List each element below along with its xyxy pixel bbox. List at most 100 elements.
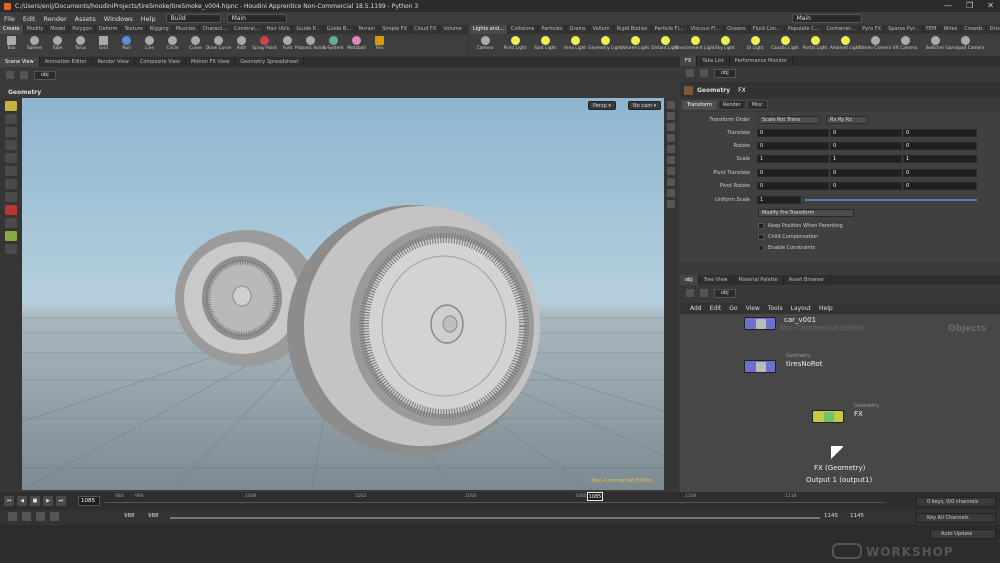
shelf-tab[interactable]: Create xyxy=(0,25,24,34)
gamepad-camera-tool[interactable]: Gamepad Camera xyxy=(945,34,985,56)
shelf-tab[interactable]: Vellum xyxy=(590,25,614,34)
caustic-light-tool[interactable]: Caustic Light xyxy=(770,34,800,56)
forward-icon[interactable] xyxy=(700,69,708,77)
tab-render[interactable]: Render xyxy=(717,100,746,110)
metaball-tool[interactable]: Metaball xyxy=(345,34,368,56)
node-car[interactable] xyxy=(744,317,776,330)
tab-material-palette[interactable]: Material Palette xyxy=(734,275,784,285)
distant-light-tool[interactable]: Distant Light xyxy=(650,34,680,56)
node-fx[interactable] xyxy=(812,410,844,423)
tab-motion-fx-view[interactable]: Motion FX View xyxy=(186,57,236,67)
shelf-tab[interactable]: Grains xyxy=(567,25,590,34)
tab-obj[interactable]: obj xyxy=(680,275,699,285)
scale-tool-icon[interactable] xyxy=(5,140,17,150)
tab-scene-view[interactable]: Scene View xyxy=(0,57,40,67)
point-light-tool[interactable]: Point Light xyxy=(500,34,530,56)
shelf-tab[interactable]: Rigging xyxy=(147,25,173,34)
shelf-tab[interactable]: Texture xyxy=(121,25,147,34)
pivot-translate-y[interactable]: 0 xyxy=(830,169,902,177)
auto-update-menu[interactable]: Auto Update xyxy=(930,529,996,539)
display-option-icon[interactable] xyxy=(667,178,675,186)
forward-icon[interactable] xyxy=(700,289,708,297)
menu-file[interactable]: File xyxy=(0,15,19,23)
close-button[interactable]: ✕ xyxy=(987,1,994,10)
camera-menu[interactable]: No cam ▾ xyxy=(628,101,662,110)
lsystem-tool[interactable]: L-System xyxy=(322,34,345,56)
back-icon[interactable] xyxy=(686,289,694,297)
group-icon[interactable] xyxy=(5,231,17,241)
display-option-icon[interactable] xyxy=(667,101,675,109)
modify-pre-transform-menu[interactable]: Modify Pre-Transform xyxy=(758,209,854,217)
tab-composite-view[interactable]: Composite View xyxy=(135,57,186,67)
shelf-tab[interactable]: Guide B... xyxy=(324,25,356,34)
pivot-rotate-y[interactable]: 0 xyxy=(830,182,902,190)
shelf-tab[interactable]: Guide P... xyxy=(293,25,324,34)
scale-x[interactable]: 1 xyxy=(757,155,829,163)
perspective-menu[interactable]: Persp ▾ xyxy=(588,101,616,110)
grid-tool[interactable]: Grid xyxy=(92,34,115,56)
menu-go[interactable]: Go xyxy=(725,305,741,312)
translate-x[interactable]: 0 xyxy=(757,129,829,137)
uniform-scale-field[interactable]: 1 xyxy=(757,196,801,204)
play-button[interactable]: ▶ xyxy=(43,496,53,506)
node-tiresnorot[interactable] xyxy=(744,360,776,373)
desktop-build-select[interactable]: Build xyxy=(165,14,221,23)
menu-help[interactable]: Help xyxy=(815,305,837,312)
tab-tree-view[interactable]: Tree View xyxy=(699,275,734,285)
pivot-rotate-x[interactable]: 0 xyxy=(757,182,829,190)
shelf-tab[interactable]: Particles xyxy=(538,25,567,34)
shelf-tab[interactable]: Charact... xyxy=(200,25,231,34)
back-icon[interactable] xyxy=(686,69,694,77)
keep-position-checkbox[interactable] xyxy=(758,223,764,229)
shelf-tab[interactable]: Deform xyxy=(96,25,122,34)
range-end-1[interactable]: 1145 xyxy=(824,513,838,519)
transform-order-select[interactable]: Scale Rot Trans xyxy=(758,116,820,124)
stop-button[interactable]: ■ xyxy=(30,496,40,506)
line-tool[interactable]: Line xyxy=(138,34,161,56)
pivot-rotate-z[interactable]: 0 xyxy=(903,182,977,190)
shelf-tab[interactable]: Rigid Bodies xyxy=(614,25,652,34)
menu-render[interactable]: Render xyxy=(39,15,70,23)
pivot-translate-z[interactable]: 0 xyxy=(903,169,977,177)
range-slider[interactable] xyxy=(170,517,820,519)
go-end-button[interactable]: ⏭ xyxy=(56,496,66,506)
shelf-tab[interactable]: Muscles xyxy=(173,25,200,34)
shelf-tab[interactable]: Collisions xyxy=(508,25,539,34)
rotate-x[interactable]: 0 xyxy=(757,142,829,150)
display-option-icon[interactable] xyxy=(667,112,675,120)
volume-light-tool[interactable]: Volume Light xyxy=(620,34,650,56)
shelf-tab[interactable]: Pyro FX xyxy=(859,25,886,34)
network-editor[interactable]: Objects Non-Commercial Edition car_v001 … xyxy=(680,314,1000,492)
circle-tool[interactable]: Circle xyxy=(161,34,184,56)
display-option-icon[interactable] xyxy=(667,134,675,142)
scene-viewport[interactable]: Persp ▾ No cam ▾ Non-Commercial Edition xyxy=(22,98,664,490)
range-start-2[interactable]: 988 xyxy=(148,513,159,519)
display-option-icon[interactable] xyxy=(667,189,675,197)
menu-layout[interactable]: Layout xyxy=(787,305,815,312)
key-all-channels-menu[interactable]: Key All Channels xyxy=(916,513,996,523)
sound-icon[interactable] xyxy=(22,512,31,521)
maximize-button[interactable]: ❐ xyxy=(966,1,973,10)
desktop-right-select[interactable]: Main xyxy=(791,14,862,23)
shelf-tab[interactable]: Oceans xyxy=(724,25,750,34)
scale-z[interactable]: 1 xyxy=(903,155,977,163)
desktop-main-select[interactable]: Main xyxy=(226,14,287,23)
display-option-icon[interactable] xyxy=(667,123,675,131)
render-region-icon[interactable] xyxy=(5,218,17,228)
shelf-tab[interactable]: Viscous Fl... xyxy=(688,25,725,34)
shelf-tab[interactable]: Model xyxy=(47,25,70,34)
handle-tool-icon[interactable] xyxy=(5,153,17,163)
sphere-tool[interactable]: Sphere xyxy=(23,34,46,56)
timeline-marker[interactable]: 1085 xyxy=(587,492,603,501)
tab-animation-editor[interactable]: Animation Editor xyxy=(40,57,93,67)
menu-edit[interactable]: Edit xyxy=(19,15,40,23)
tab-misc[interactable]: Misc xyxy=(746,100,768,110)
rotate-tool-icon[interactable] xyxy=(5,127,17,137)
ambient-light-tool[interactable]: Ambient Light xyxy=(830,34,860,56)
platonic-tool[interactable]: Platonic Solids xyxy=(295,34,326,56)
child-compensation-checkbox[interactable] xyxy=(758,234,764,240)
gi-light-tool[interactable]: GI Light xyxy=(740,34,770,56)
frame-icon[interactable] xyxy=(50,512,59,521)
shelf-tab[interactable]: Polygon xyxy=(69,25,96,34)
stereo-camera-tool[interactable]: Stereo Camera xyxy=(859,34,891,56)
